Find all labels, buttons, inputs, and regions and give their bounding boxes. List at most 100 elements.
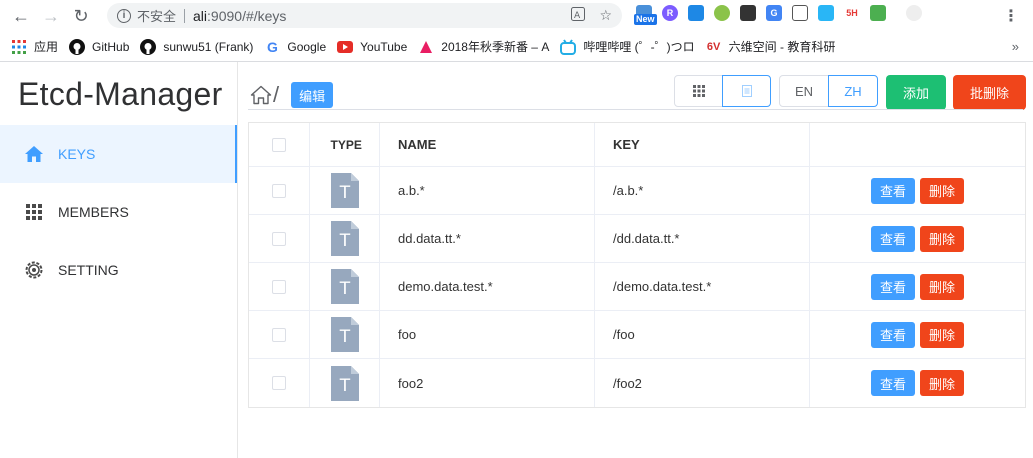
extension-layers-icon[interactable] (818, 5, 834, 21)
url-text[interactable]: ali:9090/#/keys (193, 8, 286, 24)
list-view-button[interactable] (722, 75, 771, 107)
breadcrumb-home-icon[interactable] (250, 84, 272, 106)
extension-bulb-icon[interactable] (740, 5, 756, 21)
view-button[interactable]: 查看 (871, 177, 915, 204)
header-name-cell: NAME (380, 123, 595, 166)
row-name: dd.data.tt.* (398, 231, 461, 246)
sidebar-item-setting[interactable]: SETTING (0, 241, 237, 299)
row-name: demo.data.test.* (398, 279, 493, 294)
extension-5h-icon[interactable]: 5H (844, 5, 860, 21)
bookmark-anime[interactable]: 2018年秋季新番 – A (418, 38, 549, 55)
row-checkbox[interactable] (272, 231, 286, 246)
bookmarks-bar: 应用 GitHub sunwu51 (Frank) G Google YouTu… (0, 32, 1033, 62)
row-type-cell: T (310, 359, 380, 407)
bookmark-sunwu51[interactable]: sunwu51 (Frank) (140, 38, 254, 55)
sidebar-item-label: SETTING (58, 262, 119, 278)
row-select-cell (249, 215, 310, 262)
type-header: TYPE (330, 137, 362, 152)
view-button[interactable]: 查看 (871, 321, 915, 348)
extension-translate-icon[interactable]: G (766, 5, 782, 21)
lang-zh-button[interactable]: ZH (828, 75, 878, 107)
url-path: :9090/#/keys (207, 7, 287, 24)
view-button[interactable]: 查看 (871, 273, 915, 300)
sidebar-item-keys[interactable]: KEYS (0, 125, 237, 183)
table-row[interactable]: T dd.data.tt.* /dd.data.tt.* 查看 删除 (249, 215, 1025, 263)
edit-path-button[interactable]: 编辑 (291, 82, 334, 108)
key-header: KEY (613, 137, 640, 152)
table-row[interactable]: T foo /foo 查看 删除 (249, 311, 1025, 359)
text-file-icon: T (330, 365, 359, 401)
bookmark-bilibili[interactable]: 哔哩哔哩 (゜-゜)つロ (560, 38, 695, 55)
delete-button[interactable]: 删除 (920, 177, 964, 204)
info-icon[interactable]: i (117, 8, 131, 23)
bookmark-label: GitHub (92, 39, 130, 54)
row-key-cell: /demo.data.test.* (595, 263, 810, 310)
header-key-cell: KEY (595, 123, 810, 166)
sidebar-item-members[interactable]: MEMBERS (0, 183, 237, 241)
add-button[interactable]: 添加 (886, 75, 946, 110)
row-checkbox[interactable] (272, 183, 286, 198)
view-button[interactable]: 查看 (871, 225, 915, 252)
bookmark-sixd[interactable]: 6V 六维空间 - 教育科研 (706, 38, 836, 55)
forward-icon[interactable]: → (38, 3, 64, 29)
sidebar: Etcd-Manager KEYS MEMBERS SETTING (0, 62, 238, 458)
svg-text:A: A (574, 11, 581, 21)
sixd-icon: 6V (706, 40, 721, 53)
browser-menu-icon[interactable]: ⋮ (1003, 6, 1019, 26)
bilibili-icon (560, 38, 577, 55)
extension-doc-icon[interactable] (792, 5, 808, 21)
main-content: / 编辑 EN ZH 添加 批删除 TYPE NAME KEY T a.b.* … (238, 62, 1033, 458)
lang-en-button[interactable]: EN (779, 75, 829, 107)
row-name-cell: foo (380, 311, 595, 358)
bulk-delete-button[interactable]: 批删除 (953, 75, 1026, 110)
delete-button[interactable]: 删除 (920, 321, 964, 348)
row-name-cell: foo2 (380, 359, 595, 407)
youtube-icon (337, 39, 354, 55)
back-icon[interactable]: ← (8, 3, 34, 29)
extension-shield-icon[interactable] (870, 5, 886, 21)
bookmark-google[interactable]: G Google (264, 39, 326, 55)
delete-button[interactable]: 删除 (920, 225, 964, 252)
table-row[interactable]: T demo.data.test.* /demo.data.test.* 查看 … (249, 263, 1025, 311)
reload-icon[interactable]: ↻ (68, 3, 94, 29)
extension-cloud-icon[interactable] (906, 5, 922, 21)
extension-circle-icon[interactable] (714, 5, 730, 21)
row-select-cell (249, 263, 310, 310)
extension-r-icon[interactable]: R (662, 5, 678, 21)
grid-view-button[interactable] (674, 75, 723, 107)
bookmark-label: YouTube (360, 39, 408, 54)
bookmark-label: 六维空间 - 教育科研 (728, 40, 836, 54)
list-view-icon (741, 85, 752, 97)
view-button[interactable]: 查看 (871, 370, 915, 396)
google-icon: G (266, 38, 278, 55)
row-name-cell: demo.data.test.* (380, 263, 595, 310)
table-row[interactable]: T foo2 /foo2 查看 删除 (249, 359, 1025, 407)
file-type-letter: T (338, 327, 350, 347)
select-all-checkbox[interactable] (272, 137, 286, 152)
row-checkbox[interactable] (272, 279, 286, 294)
bookmark-label: 应用 (34, 40, 59, 54)
bookmark-apps[interactable]: 应用 (11, 38, 58, 55)
language-toggle-group: EN ZH (779, 75, 878, 107)
bookmark-star-icon[interactable]: ☆ (599, 7, 612, 24)
extension-news-icon[interactable]: New (634, 5, 657, 25)
row-checkbox[interactable] (272, 376, 286, 390)
toolbar-divider (248, 109, 1023, 110)
extension-badge: New (634, 14, 657, 25)
row-checkbox[interactable] (272, 327, 286, 342)
address-bar[interactable]: i 不安全 ali:9090/#/keys A ☆ (107, 3, 622, 28)
bookmarks-more-icon[interactable]: » (1012, 39, 1019, 54)
table-row[interactable]: T a.b.* /a.b.* 查看 删除 (249, 167, 1025, 215)
grid-icon (24, 202, 44, 222)
delete-button[interactable]: 删除 (920, 273, 964, 300)
sidebar-item-label: KEYS (58, 146, 96, 162)
row-type-cell: T (310, 311, 380, 358)
file-type-letter: T (338, 279, 350, 299)
delete-button[interactable]: 删除 (920, 370, 964, 396)
bookmark-github[interactable]: GitHub (69, 38, 130, 55)
header-actions-cell (810, 123, 1025, 166)
bookmark-youtube[interactable]: YouTube (337, 39, 407, 55)
translate-icon[interactable]: A (571, 7, 586, 24)
extension-screen-icon[interactable] (688, 5, 704, 21)
bookmark-label: sunwu51 (Frank) (163, 39, 254, 54)
